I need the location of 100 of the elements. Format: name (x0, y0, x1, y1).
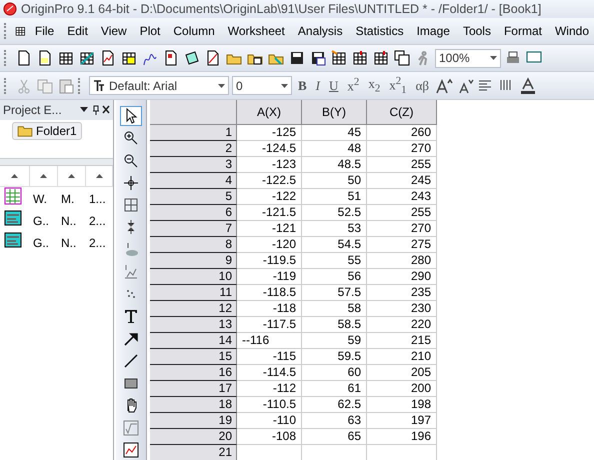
table-cell: -122 (237, 189, 302, 205)
list-cell-text: 2... (88, 236, 107, 250)
table-cell: 55 (302, 253, 367, 269)
table-cell: 280 (367, 253, 437, 269)
menu-item[interactable]: Image (412, 24, 455, 38)
row-header[interactable]: 1 (150, 125, 237, 141)
row-header[interactable]: 5 (150, 189, 237, 205)
sort-arrow-icon[interactable] (40, 174, 47, 178)
font-type-icon (93, 80, 105, 92)
row-header[interactable]: 17 (150, 381, 237, 397)
menu-item[interactable]: File (30, 24, 60, 38)
app-logo-icon (3, 2, 17, 16)
table-cell: 48.5 (302, 157, 367, 173)
import-icon[interactable] (351, 49, 369, 67)
table-cell: 51 (302, 189, 367, 205)
table-cell: 235 (367, 285, 437, 301)
zoom-out-tool-icon (122, 152, 140, 170)
table-cell: -119.5 (237, 253, 302, 269)
format-button[interactable]: B (295, 78, 310, 94)
menu-item[interactable]: Column (168, 24, 220, 38)
folder-label: Folder1 (36, 124, 77, 138)
row-header[interactable]: 2 (150, 141, 237, 157)
table-cell: -120 (237, 237, 302, 253)
menu-item[interactable]: Windo (550, 24, 594, 38)
table-cell: 58.5 (302, 317, 367, 333)
menu-item[interactable]: View (96, 24, 132, 38)
row-header[interactable]: 21 (150, 445, 237, 460)
column-header[interactable]: A(X) (237, 100, 302, 125)
format-button[interactable]: αβ (412, 78, 432, 94)
import-icon[interactable] (330, 49, 348, 67)
row-header[interactable]: 16 (150, 365, 237, 381)
sort-arrow-icon[interactable] (68, 174, 75, 178)
table-cell: -117.5 (237, 317, 302, 333)
panel-controls-icon[interactable] (80, 105, 110, 115)
menu-item[interactable]: Tools (458, 24, 496, 38)
row-header[interactable]: 13 (150, 317, 237, 333)
menu-item[interactable]: Analysis (292, 24, 348, 38)
copy-icon[interactable] (393, 49, 411, 67)
sort-arrow-icon[interactable] (96, 174, 102, 178)
table-cell: 62.5 (302, 397, 367, 413)
row-header[interactable]: 9 (150, 253, 237, 269)
table-cell: 220 (367, 317, 437, 333)
row-header[interactable]: 12 (150, 301, 237, 317)
save-icon[interactable] (288, 49, 306, 67)
row-header[interactable]: 6 (150, 205, 237, 221)
table-cell: 270 (367, 221, 437, 237)
list-cell-text: G.. (32, 214, 50, 228)
paste-icon[interactable] (57, 76, 75, 94)
row-header[interactable]: 3 (150, 157, 237, 173)
table-cell: 215 (367, 333, 437, 349)
table-cell: -110 (237, 413, 302, 429)
folder-item[interactable]: Folder1 (12, 122, 82, 140)
menu-item[interactable]: Worksheet (222, 24, 290, 38)
zoom-dropdown[interactable]: 100% (435, 48, 501, 68)
format-button[interactable]: x$_{2}$ (365, 76, 384, 95)
table-cell: 290 (367, 269, 437, 285)
column-header[interactable]: B(Y) (302, 100, 367, 125)
font-size-dropdown[interactable]: 0 (232, 76, 292, 95)
row-header[interactable]: 10 (150, 269, 237, 285)
graph-tool-icon (122, 440, 140, 459)
font-dropdown[interactable]: Default: Arial (89, 76, 229, 95)
save-icon[interactable] (309, 49, 327, 67)
table-cell: 48 (302, 141, 367, 157)
increase-font-icon[interactable] (435, 76, 454, 94)
table-cell: 270 (367, 141, 437, 157)
font-color-icon[interactable] (519, 76, 538, 94)
table-cell: 205 (367, 365, 437, 381)
crosshair-tool-icon (122, 174, 140, 192)
row-header[interactable]: 11 (150, 285, 237, 301)
row-header[interactable]: 19 (150, 413, 237, 429)
column-header[interactable]: C(Z) (367, 100, 437, 125)
import-icon[interactable] (372, 49, 390, 67)
list-cell-text: G.. (32, 236, 50, 250)
table-cell: 54.5 (302, 237, 367, 253)
menu-item[interactable]: Format (498, 24, 547, 38)
notes-icon[interactable] (183, 49, 201, 67)
row-header[interactable]: 14 (150, 333, 237, 349)
table-cell: 230 (367, 301, 437, 317)
menu-item[interactable]: Edit (62, 24, 93, 38)
row-header[interactable]: 15 (150, 349, 237, 365)
menu-item[interactable]: Plot (134, 24, 166, 38)
table-cell: 58 (302, 301, 367, 317)
table-cell: 59 (302, 333, 367, 349)
row-header[interactable]: 4 (150, 173, 237, 189)
format-button[interactable]: U (326, 78, 342, 94)
table-cell: 65 (302, 429, 367, 445)
table-cell: 243 (367, 189, 437, 205)
list-cell-text: 2... (88, 214, 107, 228)
font-name: Default: Arial (109, 78, 178, 92)
table-cell: 200 (367, 381, 437, 397)
row-header[interactable]: 8 (150, 237, 237, 253)
table-cell: 53 (302, 221, 367, 237)
row-header[interactable]: 18 (150, 397, 237, 413)
format-button[interactable]: I (312, 78, 324, 94)
format-button[interactable]: x$^{2}$ (344, 76, 362, 95)
row-header[interactable]: 20 (150, 429, 237, 445)
menu-item[interactable]: Statistics (350, 24, 409, 38)
row-header[interactable]: 7 (150, 221, 237, 237)
tool-button[interactable] (120, 106, 142, 126)
sort-arrow-icon[interactable] (11, 174, 18, 178)
